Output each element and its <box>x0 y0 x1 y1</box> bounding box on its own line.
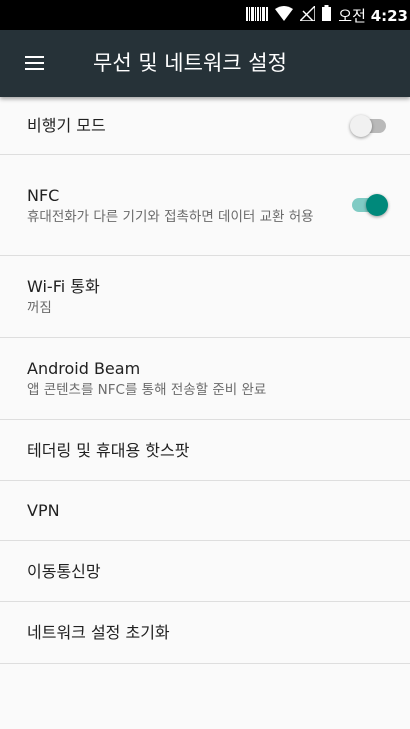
nfc-toggle[interactable] <box>350 194 388 216</box>
setting-nfc[interactable]: NFC 휴대전화가 다른 기기와 접촉하면 데이터 교환 허용 <box>0 155 410 256</box>
setting-tethering-hotspot[interactable]: 테더링 및 휴대용 핫스팟 <box>0 420 410 481</box>
setting-wifi-calling[interactable]: Wi-Fi 통화 꺼짐 <box>0 256 410 338</box>
time-value: 4:23 <box>370 6 408 25</box>
settings-list: 비행기 모드 NFC 휴대전화가 다른 기기와 접촉하면 데이터 교환 허용 W… <box>0 97 410 664</box>
setting-summary: 앱 콘텐츠를 NFC를 통해 전송할 준비 완료 <box>27 382 267 398</box>
signal-icon <box>298 3 316 25</box>
page-title: 무선 및 네트워크 설정 <box>93 51 287 75</box>
setting-title: Wi-Fi 통화 <box>27 277 100 296</box>
barcode-icon <box>246 6 269 25</box>
status-bar: 오전 4:23 <box>0 0 410 30</box>
setting-title: 네트워크 설정 초기화 <box>27 623 170 642</box>
setting-android-beam[interactable]: Android Beam 앱 콘텐츠를 NFC를 통해 전송할 준비 완료 <box>0 338 410 420</box>
status-icons: 오전 4:23 <box>246 0 410 30</box>
setting-title: NFC <box>27 185 60 205</box>
battery-icon <box>322 5 332 25</box>
setting-airplane-mode[interactable]: 비행기 모드 <box>0 97 410 155</box>
setting-mobile-network[interactable]: 이동통신망 <box>0 541 410 602</box>
airplane-mode-toggle[interactable] <box>350 114 388 137</box>
setting-title: 이동통신망 <box>27 561 101 581</box>
setting-network-reset[interactable]: 네트워크 설정 초기화 <box>0 602 410 664</box>
toggle-thumb <box>366 194 388 216</box>
setting-summary: 휴대전화가 다른 기기와 접촉하면 데이터 교환 허용 <box>27 208 314 225</box>
setting-summary: 꺼짐 <box>27 300 52 316</box>
setting-title: Android Beam <box>27 359 141 378</box>
hamburger-menu-icon[interactable] <box>22 50 48 76</box>
toggle-thumb <box>350 114 372 137</box>
setting-title: VPN <box>27 501 60 520</box>
setting-vpn[interactable]: VPN <box>0 481 410 541</box>
app-toolbar: 무선 및 네트워크 설정 <box>0 30 410 97</box>
setting-title: 테더링 및 휴대용 핫스팟 <box>27 440 190 460</box>
time-prefix: 오전 <box>338 6 366 25</box>
setting-title: 비행기 모드 <box>27 116 106 135</box>
status-time: 오전 4:23 <box>338 5 408 26</box>
wifi-icon <box>275 5 294 25</box>
